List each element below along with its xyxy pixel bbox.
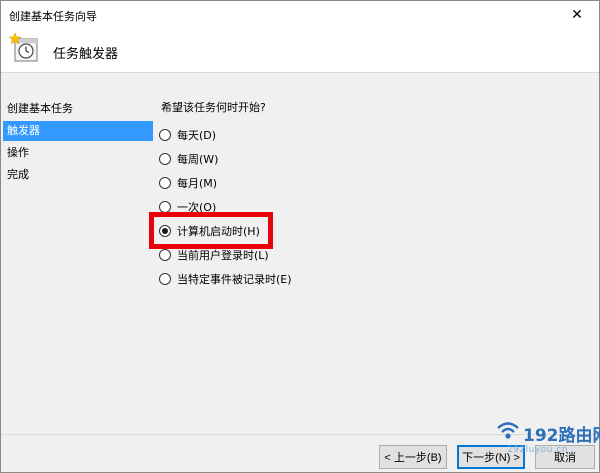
radio-at-logon[interactable]: 当前用户登录时(L) (159, 245, 269, 265)
radio-label-at-logon: 当前用户登录时(L) (177, 249, 269, 262)
wizard-steps-sidebar: 创建基本任务 触发器 操作 完成 (1, 95, 153, 395)
next-button[interactable]: 下一步(N) > (457, 445, 525, 469)
radio-label-at-startup: 计算机启动时(H) (177, 225, 260, 238)
window-title: 创建基本任务向导 (9, 10, 97, 23)
wizard-footer: < 上一步(B) 下一步(N) > 取消 (1, 434, 599, 472)
sidebar-item-trigger[interactable]: 触发器 (3, 121, 153, 141)
radio-button-checked[interactable] (159, 225, 171, 237)
radio-button[interactable] (159, 249, 171, 261)
radio-monthly[interactable]: 每月(M) (159, 173, 217, 193)
radio-label-monthly: 每月(M) (177, 177, 218, 190)
radio-label-weekly: 每周(W) (177, 153, 219, 166)
radio-weekly[interactable]: 每周(W) (159, 149, 218, 169)
close-icon: ✕ (571, 7, 583, 23)
sidebar-item-action[interactable]: 操作 (3, 143, 153, 163)
radio-button[interactable] (159, 129, 171, 141)
back-button[interactable]: < 上一步(B) (379, 445, 447, 469)
cancel-button[interactable]: 取消 (535, 445, 595, 469)
radio-daily[interactable]: 每天(D) (159, 125, 216, 145)
radio-label-on-event: 当特定事件被记录时(E) (177, 273, 292, 286)
wizard-header: 任务触发器 (1, 29, 599, 73)
radio-button[interactable] (159, 153, 171, 165)
title-bar: 创建基本任务向导 ✕ (1, 1, 599, 29)
radio-label-once: 一次(O) (177, 201, 217, 214)
radio-once[interactable]: 一次(O) (159, 197, 216, 217)
trigger-options-panel: 希望该任务何时开始? 每天(D) 每周(W) 每月(M) 一次(O) 计算机启动… (149, 95, 589, 395)
radio-at-startup[interactable]: 计算机启动时(H) (159, 221, 260, 241)
task-scheduler-clock-icon (9, 33, 38, 62)
radio-button[interactable] (159, 273, 171, 285)
radio-label-daily: 每天(D) (177, 129, 217, 142)
radio-button[interactable] (159, 201, 171, 213)
wizard-window: 创建基本任务向导 ✕ 任务触发器 创建基本任务 触发器 操作 完成 希望该任务何… (0, 0, 600, 473)
radio-button[interactable] (159, 177, 171, 189)
sidebar-item-finish[interactable]: 完成 (3, 165, 153, 185)
close-button[interactable]: ✕ (555, 1, 599, 29)
sidebar-item-create-basic-task[interactable]: 创建基本任务 (3, 99, 153, 119)
radio-on-event[interactable]: 当特定事件被记录时(E) (159, 269, 292, 289)
trigger-question: 希望该任务何时开始? (161, 101, 266, 114)
page-title: 任务触发器 (53, 47, 119, 62)
